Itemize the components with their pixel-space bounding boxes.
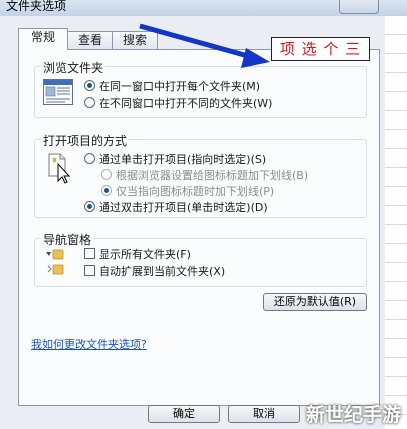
folder-options-dialog: 文件夹选项 常规 查看 搜索 浏览文件夹 在同一窗口中打开每个文件夹(M) 在不… — [0, 0, 407, 429]
annotation-arrow — [139, 23, 270, 68]
watermark-text: 新世纪手游 — [305, 404, 401, 426]
annotation-label: 项 选 个 三 — [271, 37, 370, 61]
